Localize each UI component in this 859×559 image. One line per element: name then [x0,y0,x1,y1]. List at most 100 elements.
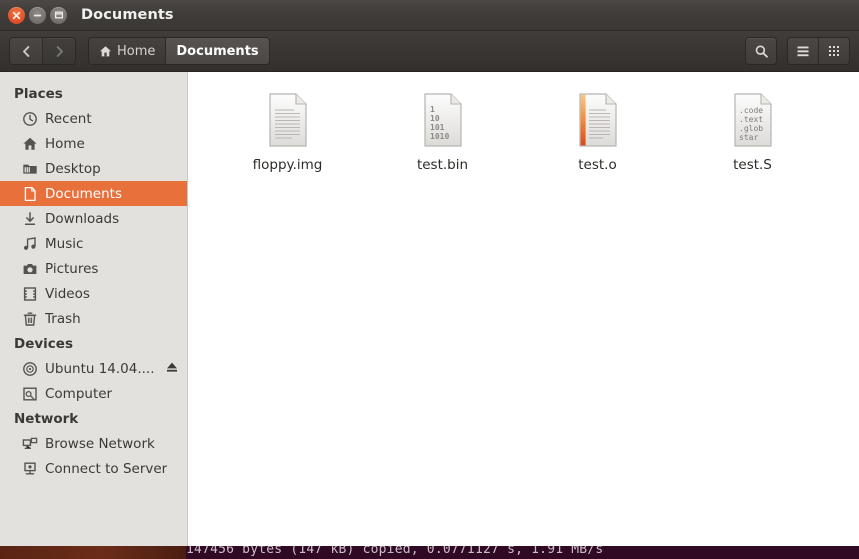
breadcrumb-label: Home [117,43,156,59]
chevron-right-icon [56,45,63,57]
home-icon [23,137,37,150]
navigation-buttons [9,37,76,65]
sidebar-item-label: Documents [45,185,122,202]
eject-button[interactable] [165,360,179,378]
grid-view-button[interactable] [819,38,849,64]
sidebar-item-desktop[interactable]: Desktop [0,156,187,181]
list-view-icon [797,46,809,56]
binary-file-icon: 1 10 101 1010 [423,93,462,147]
desktop-folder-icon [23,164,37,174]
sidebar-item-label: Desktop [45,160,101,177]
sidebar-item-videos[interactable]: Videos [0,281,187,306]
assembly-source-icon: .code .text .glob star [733,93,772,147]
sidebar-item-label: Recent [45,110,92,127]
grid-view-icon [829,46,839,56]
binary-line: 1010 [430,132,449,141]
binary-line: 101 [430,123,445,132]
file-name: floppy.img [252,157,323,173]
code-line: .code [739,106,763,115]
minimize-icon [33,14,42,16]
sidebar-section-network: Network [14,411,79,427]
maximize-button[interactable] [50,6,67,24]
sidebar-item-downloads[interactable]: Downloads [0,206,187,231]
sidebar-item-connect-to-server[interactable]: Connect to Server [0,456,187,481]
object-file-icon [578,93,617,147]
toolbar: Home Documents [0,31,859,72]
window-controls [0,6,67,24]
sidebar-item-recent[interactable]: Recent [0,106,187,131]
text-document-icon [268,93,307,147]
sidebar-item-computer[interactable]: Computer [0,381,187,406]
back-button[interactable] [10,38,43,64]
file-manager-window: Documents Home Documents Places Recent H… [0,0,859,546]
network-icon [22,437,38,449]
breadcrumb-label: Documents [176,43,259,59]
film-icon [23,286,37,301]
file-icon-wrapper: 1 10 101 1010 [419,90,467,150]
file-icon-wrapper [264,90,312,150]
forward-button[interactable] [43,38,75,64]
sidebar-section-places: Places [14,86,63,102]
chevron-left-icon [22,45,29,57]
view-mode-group [787,37,850,65]
breadcrumb-item-home[interactable]: Home [89,38,167,64]
music-note-icon [23,236,36,250]
file-name: test.bin [416,157,469,173]
file-icon-wrapper: .code .text .glob star [729,90,777,150]
sidebar-item-label: Videos [45,285,90,302]
close-icon [12,11,21,19]
window-body: Places Recent Home Desktop Documents Dow… [0,72,859,546]
sidebar: Places Recent Home Desktop Documents Dow… [0,72,188,546]
toolbar-right-group [745,37,850,65]
sidebar-item-label: Trash [45,310,81,327]
minimize-button[interactable] [29,6,46,24]
search-button[interactable] [745,37,777,65]
file-item[interactable]: test.o [520,86,675,173]
sidebar-item-label: Connect to Server [45,460,168,477]
sidebar-section-devices: Devices [14,336,73,352]
sidebar-item-label: Music [45,235,84,252]
file-name: test.S [733,157,772,173]
sidebar-item-documents[interactable]: Documents [0,181,187,206]
binary-line: 10 [430,114,440,123]
disc-icon [23,361,37,376]
binary-line: 1 [430,105,435,114]
close-button[interactable] [8,6,25,24]
sidebar-item-label: Pictures [45,260,99,277]
list-view-button[interactable] [788,38,819,64]
sidebar-item-label: Computer [45,385,113,402]
sidebar-item-music[interactable]: Music [0,231,187,256]
file-name: test.o [578,157,617,173]
document-icon [24,186,36,201]
server-icon [24,462,36,474]
sidebar-item-label: Browse Network [45,435,155,452]
file-item[interactable]: .code .text .glob star test.S [675,86,830,173]
clock-icon [23,111,37,126]
search-icon [755,44,768,58]
file-list-view[interactable]: floppy.img 1 10 101 1010 test.bin test.o… [188,72,859,546]
code-line: .text [739,115,763,124]
sidebar-item-home[interactable]: Home [0,131,187,156]
sidebar-item-browse-network[interactable]: Browse Network [0,431,187,456]
eject-icon [167,362,177,372]
camera-icon [23,263,37,274]
trash-icon [23,312,37,326]
window-titlebar[interactable]: Documents [0,0,859,31]
maximize-icon [54,11,63,19]
sidebar-item-label: Ubuntu 14.04.... [45,360,155,377]
file-item[interactable]: floppy.img [210,86,365,173]
file-icon-wrapper [574,90,622,150]
breadcrumb: Home Documents [88,37,270,65]
sidebar-item-trash[interactable]: Trash [0,306,187,331]
sidebar-item-ubuntu-disc[interactable]: Ubuntu 14.04.... [0,356,187,381]
code-line: .glob [739,124,763,133]
breadcrumb-item-documents[interactable]: Documents [166,38,269,64]
file-item[interactable]: 1 10 101 1010 test.bin [365,86,520,173]
sidebar-item-label: Home [45,135,85,152]
window-title: Documents [81,7,174,23]
computer-icon [23,387,37,401]
download-icon [24,211,36,225]
home-icon [100,45,111,56]
sidebar-item-pictures[interactable]: Pictures [0,256,187,281]
code-line: star [739,133,758,142]
